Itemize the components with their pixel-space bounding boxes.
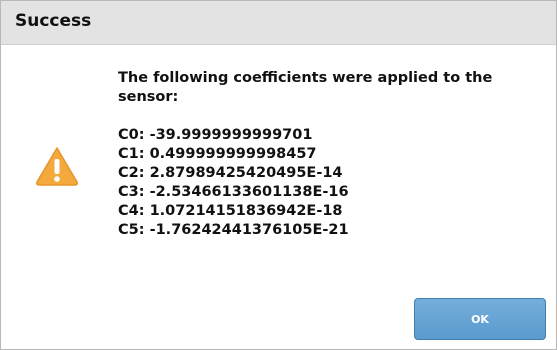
warning-icon xyxy=(33,142,81,190)
coefficient-c4: C4: 1.07214151836942E-18 xyxy=(118,203,343,219)
coefficient-c0: C0: -39.9999999999701 xyxy=(118,127,313,143)
dialog-titlebar: Success xyxy=(1,1,556,45)
coefficient-c1: C1: 0.499999999998457 xyxy=(118,146,317,162)
message-line: sensor: xyxy=(118,89,179,105)
ok-button[interactable]: OK xyxy=(414,298,546,340)
coefficient-c3: C3: -2.53466133601138E-16 xyxy=(118,184,349,200)
dialog-message: The following coefficients were applied … xyxy=(118,69,548,240)
coefficient-c2: C2: 2.87989425420495E-14 xyxy=(118,165,343,181)
message-line: The following coefficients were applied … xyxy=(118,70,493,86)
dialog-title: Success xyxy=(15,11,92,31)
coefficient-c5: C5: -1.76242441376105E-21 xyxy=(118,222,349,238)
coefficient-list: C0: -39.9999999999701 C1: 0.499999999998… xyxy=(118,126,548,240)
success-dialog: Success The following coefficients were … xyxy=(0,0,557,350)
